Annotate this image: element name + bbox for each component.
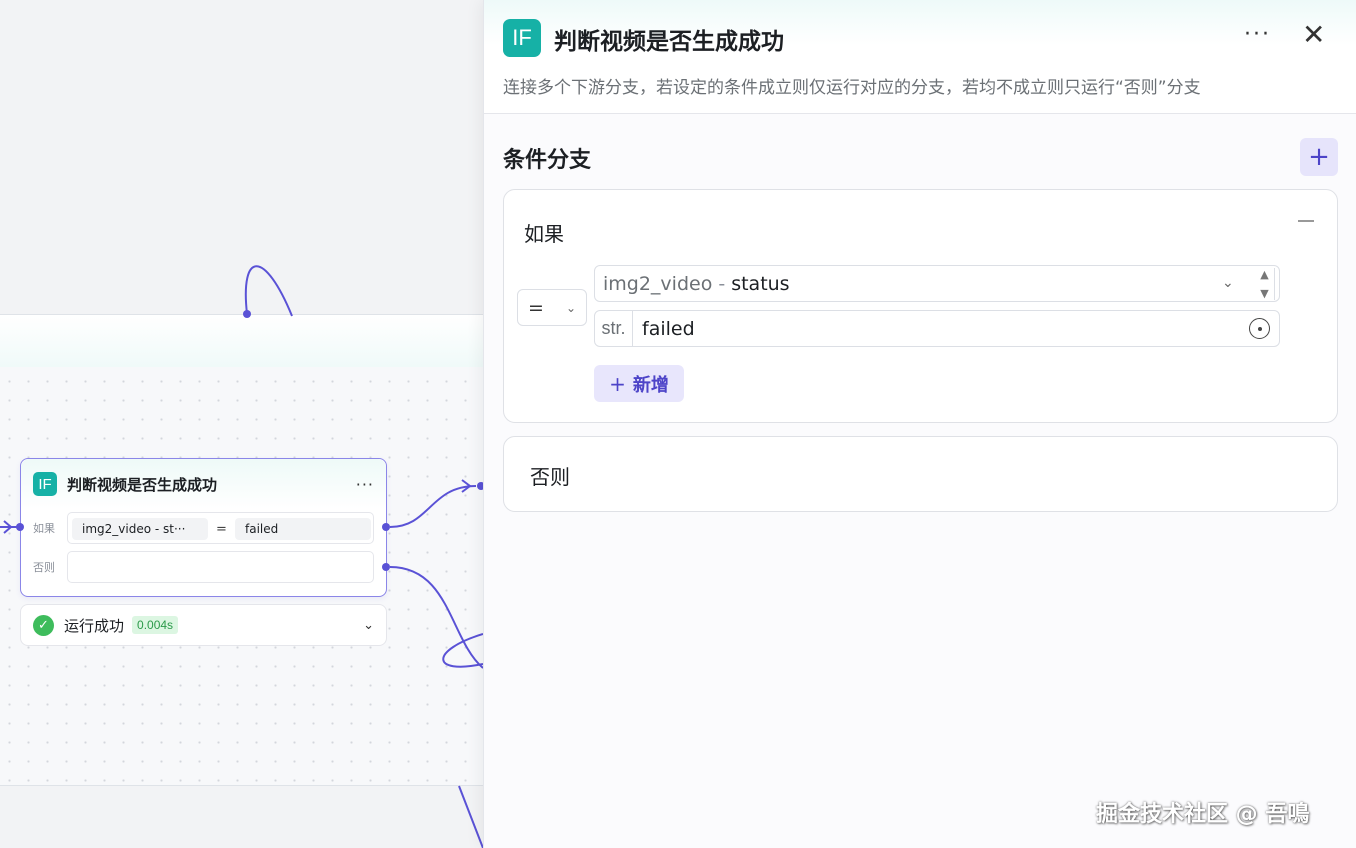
panel-description: 连接多个下游分支，若设定的条件成立则仅运行对应的分支，若均不成立则只运行“否则”… bbox=[503, 78, 1201, 98]
stepper-icon[interactable]: ▲ ▼ bbox=[1255, 268, 1275, 300]
add-condition-label: 新增 bbox=[632, 374, 669, 396]
node-config-panel: IF 判断视频是否生成成功 ··· ✕ 连接多个下游分支，若设定的条件成立则仅运… bbox=[483, 0, 1356, 848]
node-else-port[interactable] bbox=[382, 563, 390, 571]
value-input[interactable]: str. failed bbox=[594, 310, 1280, 347]
run-status-text: 运行成功 bbox=[64, 616, 125, 635]
port-top bbox=[243, 310, 251, 318]
if-branch-label: 如果 bbox=[524, 222, 564, 246]
node-if-row: 如果 img2_video - st··· = failed bbox=[21, 512, 386, 544]
variable-name: status bbox=[731, 272, 790, 295]
watermark: 掘金技术社区 @ 吾鳴 bbox=[1096, 802, 1310, 827]
wire-else-out bbox=[389, 566, 483, 669]
close-icon[interactable]: ✕ bbox=[1302, 20, 1325, 50]
run-status-card[interactable]: ✓ 运行成功 0.004s ⌄ bbox=[20, 604, 387, 646]
chevron-down-icon: ⌄ bbox=[565, 300, 576, 315]
value-type-tag[interactable]: str. bbox=[595, 311, 633, 346]
connection-wires bbox=[0, 265, 483, 848]
operator-select[interactable]: = ⌄ bbox=[517, 289, 587, 326]
node-if-port[interactable] bbox=[382, 523, 390, 531]
wire-bottom bbox=[458, 785, 483, 848]
check-circle-icon: ✓ bbox=[33, 614, 54, 636]
value-text: failed bbox=[642, 317, 695, 340]
node-cond-operator: = bbox=[216, 521, 227, 537]
node-if-label: 如果 bbox=[33, 522, 55, 535]
chevron-down-icon[interactable]: ⌄ bbox=[1222, 275, 1234, 291]
variable-separator: - bbox=[718, 272, 726, 295]
node-else-label: 否则 bbox=[33, 561, 55, 574]
else-branch-card: 否则 bbox=[503, 436, 1338, 512]
operator-value: = bbox=[528, 296, 544, 319]
node-cond-right: failed bbox=[235, 518, 371, 540]
section-title: 条件分支 bbox=[503, 148, 592, 173]
panel-header: IF 判断视频是否生成成功 ··· ✕ 连接多个下游分支，若设定的条件成立则仅运… bbox=[484, 0, 1356, 114]
add-condition-button[interactable]: + 新增 bbox=[594, 365, 684, 402]
else-branch-label: 否则 bbox=[530, 465, 570, 489]
if-node-icon-large: IF bbox=[503, 19, 541, 57]
variable-select[interactable]: img2_video - status ⌄ ▲ ▼ bbox=[594, 265, 1280, 302]
if-node-card[interactable]: IF 判断视频是否生成成功 ··· 如果 img2_video - st··· … bbox=[16, 458, 390, 597]
triangle-up-icon[interactable]: ▲ bbox=[1260, 268, 1268, 281]
triangle-down-icon[interactable]: ▼ bbox=[1260, 287, 1268, 300]
node-more-icon[interactable]: ··· bbox=[356, 475, 374, 494]
if-node-header: IF 判断视频是否生成成功 ··· bbox=[21, 459, 386, 509]
plus-icon: + bbox=[609, 371, 626, 396]
node-cond-left: img2_video - st··· bbox=[72, 518, 208, 540]
wire-top-loop bbox=[244, 265, 293, 317]
node-input-port[interactable] bbox=[16, 523, 24, 531]
if-node-icon: IF bbox=[33, 472, 57, 496]
if-branch-card: 如果 = ⌄ img2_video - status ⌄ ▲ ▼ str. fa… bbox=[503, 189, 1338, 423]
minus-icon[interactable] bbox=[1298, 220, 1314, 222]
workflow-canvas[interactable]: IF 判断视频是否生成成功 ··· 如果 img2_video - st··· … bbox=[0, 0, 483, 848]
add-branch-button[interactable]: + bbox=[1300, 138, 1338, 176]
node-else-row: 否则 bbox=[21, 551, 386, 583]
run-duration-badge: 0.004s bbox=[132, 616, 179, 634]
node-if-condition[interactable]: img2_video - st··· = failed bbox=[67, 512, 374, 544]
more-options-icon[interactable]: ··· bbox=[1244, 22, 1271, 47]
chevron-down-icon[interactable]: ⌄ bbox=[363, 618, 374, 633]
panel-title[interactable]: 判断视频是否生成成功 bbox=[554, 22, 784, 56]
node-else-condition bbox=[67, 551, 374, 583]
variable-source: img2_video bbox=[603, 272, 713, 295]
if-node-title: 判断视频是否生成成功 bbox=[67, 475, 218, 494]
variable-reference-icon[interactable] bbox=[1249, 318, 1270, 339]
